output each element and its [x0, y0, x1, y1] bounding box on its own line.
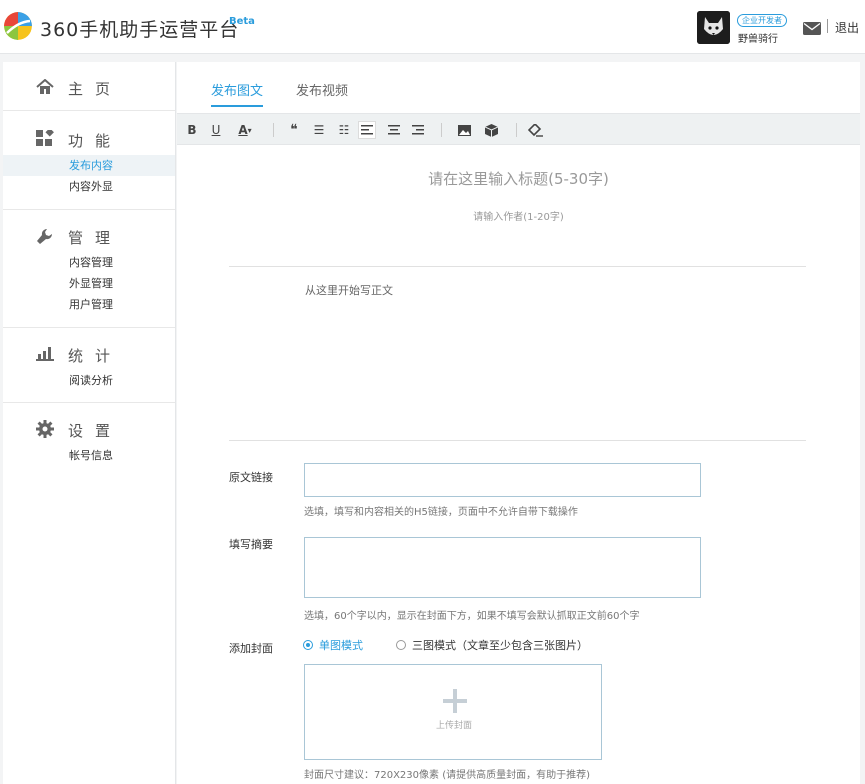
cover-upload-box[interactable]: 上传封面 — [304, 664, 602, 760]
package-icon[interactable] — [482, 121, 500, 139]
bar-chart-icon — [36, 346, 54, 364]
align-right-icon[interactable] — [409, 121, 427, 139]
developer-badge: 企业开发者 — [737, 14, 787, 27]
cover-mode-triple-radio[interactable]: 三图模式（文章至少包含三张图片） — [396, 638, 588, 652]
radio-label: 单图模式 — [319, 639, 363, 652]
bullet-list-icon[interactable]: ☰ — [310, 121, 328, 139]
avatar[interactable] — [697, 11, 730, 44]
nav-group-features: 功能 发布内容 内容外显 — [3, 111, 175, 210]
bold-icon[interactable]: B — [183, 121, 201, 139]
toolbar-divider — [441, 123, 442, 137]
main-panel: 发布图文 发布视频 B U A ▾ ❝ ☰ ☷ 请在这里输入标题(5-30字) 请 — [177, 62, 860, 784]
toolbar-divider — [516, 123, 517, 137]
sidebar-item-user-manage[interactable]: 用户管理 — [3, 294, 175, 315]
summary-hint: 选填，60个字以内，显示在封面下方，如果不填写会默认抓取正文前60个字 — [304, 611, 640, 622]
nav-group-home: 主页 — [3, 62, 175, 111]
align-left-icon[interactable] — [358, 121, 376, 139]
upload-label: 上传封面 — [435, 721, 472, 731]
numbered-list-icon[interactable]: ☷ — [335, 121, 353, 139]
radio-dot — [396, 640, 406, 650]
divider — [229, 440, 806, 441]
sidebar-item-label: 功能 — [68, 132, 123, 150]
radio-label: 三图模式（文章至少包含三张图片） — [412, 639, 588, 652]
quote-icon[interactable]: ❝ — [285, 121, 303, 139]
sidebar-item-label: 设置 — [68, 422, 123, 440]
plus-icon — [453, 689, 457, 713]
sidebar-item-features[interactable]: 功能 — [3, 111, 175, 163]
align-center-icon[interactable] — [385, 121, 403, 139]
sidebar: 主页 功能 发布内容 内容外显 管理 内容管理 外显管理 用户管理 统计 阅读分… — [3, 62, 176, 784]
header-divider — [827, 19, 828, 33]
sidebar-item-display-manage[interactable]: 外显管理 — [3, 273, 175, 294]
sidebar-item-stats[interactable]: 统计 — [3, 328, 175, 378]
cover-hint: 封面尺寸建议：720X230像素 (请提供高质量封面，有助于推荐) — [304, 770, 591, 781]
nav-group-stats: 统计 阅读分析 — [3, 328, 175, 403]
tab-publish-article[interactable]: 发布图文 — [211, 80, 264, 107]
beta-badge: Beta — [229, 16, 255, 27]
body-editor[interactable]: 从这里开始写正文 — [305, 282, 393, 298]
eraser-icon[interactable] — [527, 121, 545, 139]
apps-icon — [36, 128, 54, 148]
toolbar-divider — [273, 123, 274, 137]
home-icon — [36, 78, 54, 97]
image-icon[interactable] — [455, 121, 473, 139]
mail-icon[interactable] — [803, 20, 821, 35]
gear-icon — [36, 420, 54, 438]
font-color-icon[interactable]: A ▾ — [232, 121, 258, 139]
sidebar-item-label: 主页 — [68, 80, 123, 98]
summary-textarea[interactable] — [304, 537, 701, 598]
wrench-icon — [36, 228, 54, 246]
sidebar-item-label: 管理 — [68, 229, 123, 247]
sidebar-item-display[interactable]: 内容外显 — [3, 176, 175, 197]
nav-group-manage: 管理 内容管理 外显管理 用户管理 — [3, 210, 175, 328]
title-input[interactable]: 请在这里输入标题(5-30字) — [177, 168, 860, 189]
app-title: 360手机助手运营平台 — [40, 19, 240, 41]
link-hint: 选填，填写和内容相关的H5链接，页面中不允许自带下载操作 — [304, 507, 578, 518]
top-bar: 360手机助手运营平台 Beta 企业开发者 野兽骑行 退出 — [0, 0, 865, 54]
summary-label: 填写摘要 — [229, 538, 273, 551]
tab-publish-video[interactable]: 发布视频 — [296, 80, 348, 105]
logo-icon[interactable] — [4, 12, 32, 40]
author-input[interactable]: 请输入作者(1-20字) — [177, 208, 860, 223]
cover-label: 添加封面 — [229, 642, 273, 655]
sidebar-item-settings[interactable]: 设置 — [3, 403, 175, 453]
logout-link[interactable]: 退出 — [835, 19, 859, 36]
divider — [229, 266, 806, 267]
sidebar-item-home[interactable]: 主页 — [3, 62, 175, 111]
radio-dot — [303, 640, 313, 650]
username[interactable]: 野兽骑行 — [738, 30, 778, 45]
sidebar-item-manage[interactable]: 管理 — [3, 210, 175, 260]
editor-toolbar: B U A ▾ ❝ ☰ ☷ — [177, 113, 860, 145]
tab-bar: 发布图文 发布视频 — [177, 62, 860, 112]
underline-icon[interactable]: U — [207, 121, 225, 139]
source-link-input[interactable] — [304, 463, 701, 497]
cover-mode-single-radio[interactable]: 单图模式 — [303, 638, 363, 652]
nav-group-settings: 设置 帐号信息 — [3, 403, 175, 466]
sidebar-item-label: 统计 — [68, 347, 123, 365]
link-label: 原文链接 — [229, 471, 273, 484]
